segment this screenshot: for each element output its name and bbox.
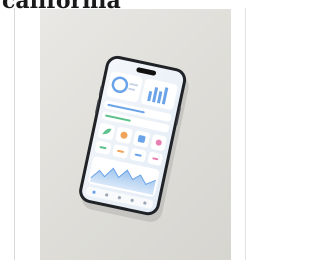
right-divider — [245, 8, 246, 260]
box-icon — [137, 135, 146, 143]
smartphone-photo — [40, 9, 231, 260]
smartphone-illustration — [79, 55, 189, 222]
left-divider — [14, 8, 15, 260]
